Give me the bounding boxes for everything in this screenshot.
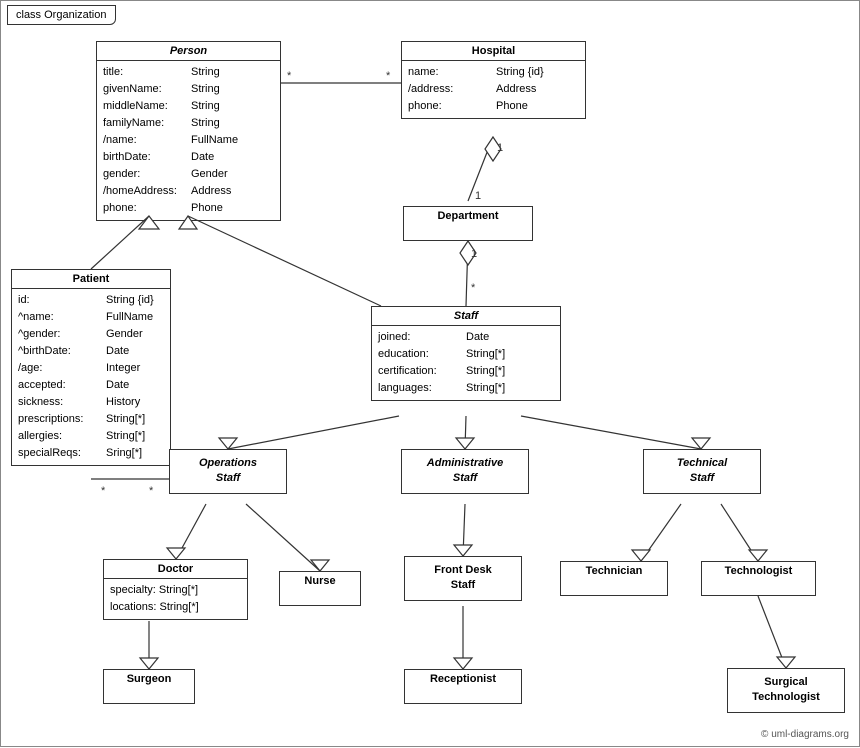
operations-staff-title: OperationsStaff xyxy=(170,450,286,493)
technical-staff-title: TechnicalStaff xyxy=(644,450,760,493)
technical-staff-box: TechnicalStaff xyxy=(643,449,761,494)
surgeon-title: Surgeon xyxy=(104,670,194,688)
technologist-title: Technologist xyxy=(702,562,815,580)
diagram-title: class Organization xyxy=(7,5,116,25)
staff-attrs: joined:Date education:String[*] certific… xyxy=(372,326,560,400)
svg-text:*: * xyxy=(101,485,106,497)
svg-text:*: * xyxy=(287,70,292,82)
svg-text:1: 1 xyxy=(497,142,503,154)
svg-text:*: * xyxy=(471,282,476,294)
svg-text:*: * xyxy=(386,70,391,82)
technician-box: Technician xyxy=(560,561,668,596)
doctor-attrs: specialty: String[*] locations: String[*… xyxy=(104,579,247,619)
surgical-technologist-title: SurgicalTechnologist xyxy=(728,669,844,712)
person-box: Person title:String givenName:String mid… xyxy=(96,41,281,221)
patient-box: Patient id:String {id} ^name:FullName ^g… xyxy=(11,269,171,466)
svg-text:1: 1 xyxy=(475,190,481,202)
doctor-title: Doctor xyxy=(104,560,247,579)
department-box: Department xyxy=(403,206,533,241)
nurse-box: Nurse xyxy=(279,571,361,606)
doctor-box: Doctor specialty: String[*] locations: S… xyxy=(103,559,248,620)
person-title: Person xyxy=(97,42,280,61)
hospital-attrs: name:String {id} /address:Address phone:… xyxy=(402,61,585,118)
administrative-staff-title: AdministrativeStaff xyxy=(402,450,528,493)
technician-title: Technician xyxy=(561,562,667,580)
patient-title: Patient xyxy=(12,270,170,289)
department-title: Department xyxy=(404,207,532,225)
surgical-technologist-box: SurgicalTechnologist xyxy=(727,668,845,713)
diagram-container: class Organization Person title:String g… xyxy=(0,0,860,747)
staff-box: Staff joined:Date education:String[*] ce… xyxy=(371,306,561,401)
front-desk-staff-title: Front DeskStaff xyxy=(405,557,521,600)
nurse-title: Nurse xyxy=(280,572,360,590)
operations-staff-box: OperationsStaff xyxy=(169,449,287,494)
copyright: © uml-diagrams.org xyxy=(761,729,849,740)
receptionist-box: Receptionist xyxy=(404,669,522,704)
staff-title: Staff xyxy=(372,307,560,326)
person-attrs: title:String givenName:String middleName… xyxy=(97,61,280,220)
svg-text:*: * xyxy=(149,485,154,497)
front-desk-staff-box: Front DeskStaff xyxy=(404,556,522,601)
hospital-title: Hospital xyxy=(402,42,585,61)
technologist-box: Technologist xyxy=(701,561,816,596)
hospital-box: Hospital name:String {id} /address:Addre… xyxy=(401,41,586,119)
surgeon-box: Surgeon xyxy=(103,669,195,704)
administrative-staff-box: AdministrativeStaff xyxy=(401,449,529,494)
receptionist-title: Receptionist xyxy=(405,670,521,688)
patient-attrs: id:String {id} ^name:FullName ^gender:Ge… xyxy=(12,289,170,465)
svg-text:1: 1 xyxy=(471,248,477,260)
